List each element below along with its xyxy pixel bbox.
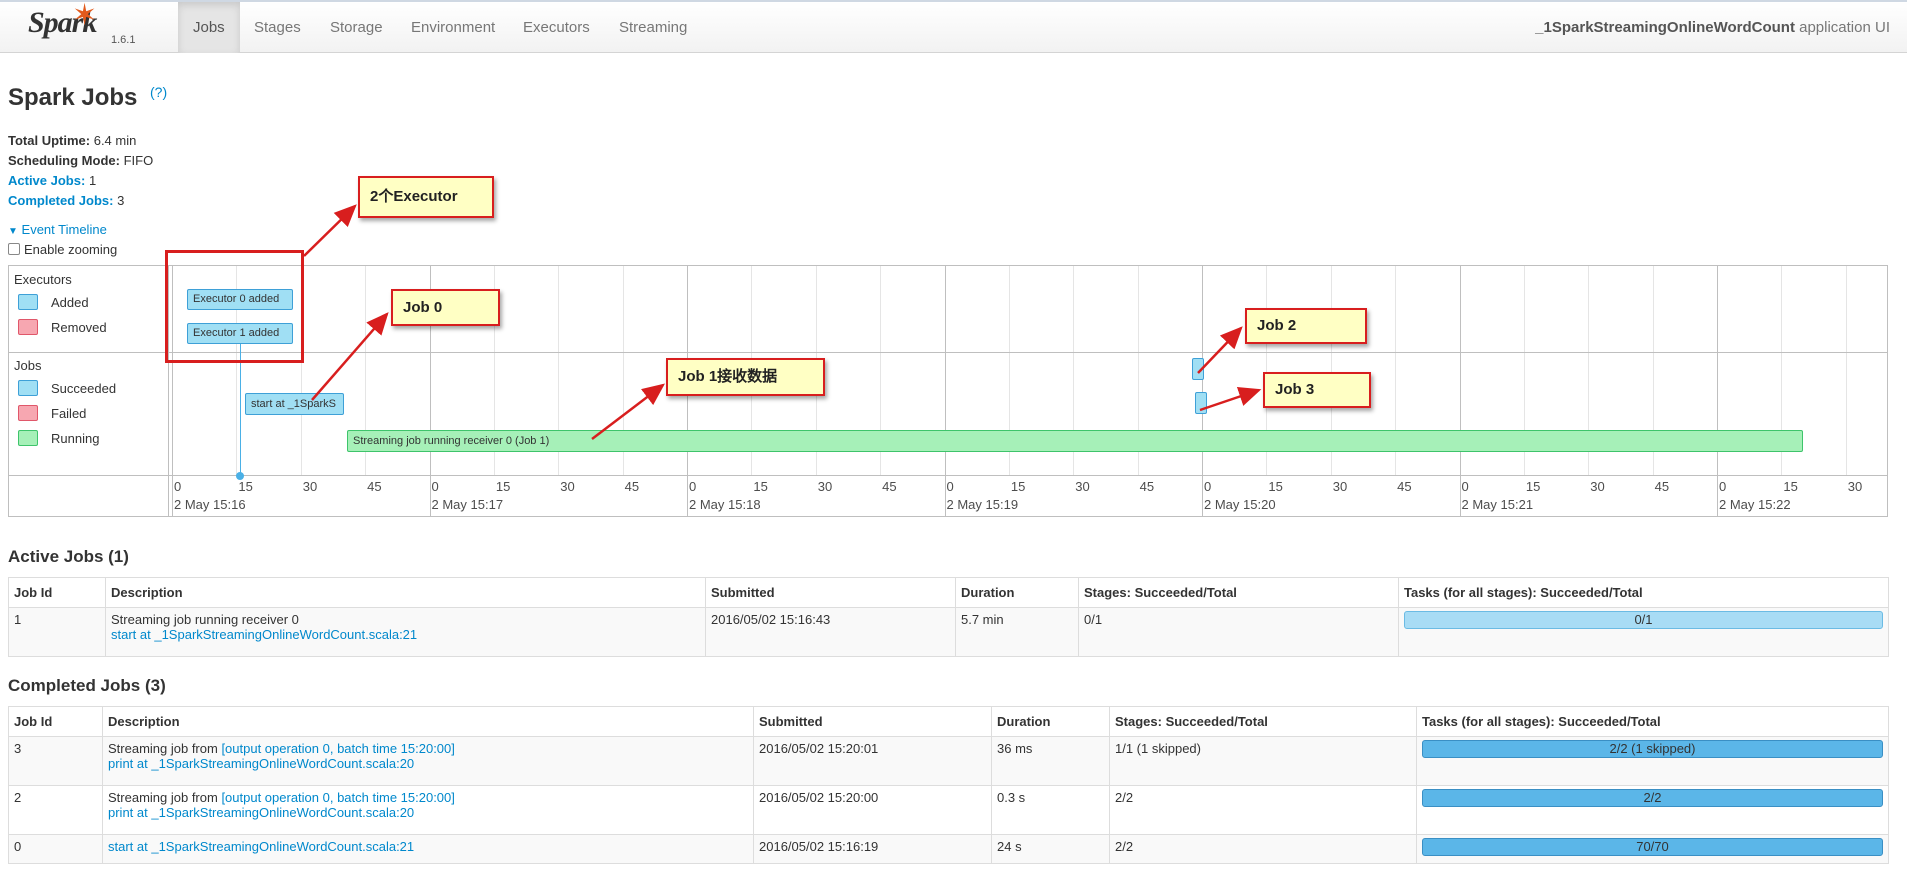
col-submitted[interactable]: Submitted xyxy=(753,706,992,737)
arrow-executors xyxy=(303,204,357,257)
col-job-id[interactable]: Job Id xyxy=(8,577,106,608)
stages-cell: 2/2 xyxy=(1109,834,1417,864)
col-duration[interactable]: Duration xyxy=(991,706,1110,737)
stages-cell: 0/1 xyxy=(1078,607,1399,657)
stages-cell: 1/1 (1 skipped) xyxy=(1109,736,1417,786)
table-row: 2 Streaming job from [output operation 0… xyxy=(8,785,1889,835)
table-row: 3 Streaming job from [output operation 0… xyxy=(8,736,1889,786)
job-id-cell: 1 xyxy=(8,607,106,657)
active-jobs-header-row: Job Id Description Submitted Duration St… xyxy=(8,577,1889,608)
arrow-job-1 xyxy=(591,383,665,440)
col-duration[interactable]: Duration xyxy=(955,577,1079,608)
completed-jobs-header-row: Job Id Description Submitted Duration St… xyxy=(8,706,1889,737)
duration-cell: 0.3 s xyxy=(991,785,1110,835)
submitted-cell: 2016/05/02 15:20:01 xyxy=(753,736,992,786)
duration-cell: 36 ms xyxy=(991,736,1110,786)
active-jobs-table: Job Id Description Submitted Duration St… xyxy=(8,577,1889,657)
job-id-cell: 0 xyxy=(8,834,103,864)
description-text: Streaming job running receiver 0 xyxy=(111,612,299,627)
col-stages[interactable]: Stages: Succeeded/Total xyxy=(1078,577,1399,608)
stages-cell: 2/2 xyxy=(1109,785,1417,835)
job-id-cell: 3 xyxy=(8,736,103,786)
tasks-cell: 70/70 xyxy=(1416,834,1889,864)
batch-link[interactable]: [output operation 0, batch time 15:20:00… xyxy=(221,790,454,805)
col-tasks[interactable]: Tasks (for all stages): Succeeded/Total xyxy=(1398,577,1889,608)
description-cell: Streaming job from [output operation 0, … xyxy=(102,785,754,835)
description-cell: start at _1SparkStreamingOnlineWordCount… xyxy=(102,834,754,864)
arrow-job-3 xyxy=(1199,386,1262,412)
completed-jobs-heading[interactable]: Completed Jobs (3) xyxy=(8,676,166,696)
job-link[interactable]: print at _1SparkStreamingOnlineWordCount… xyxy=(108,756,748,771)
col-stages[interactable]: Stages: Succeeded/Total xyxy=(1109,706,1417,737)
col-description[interactable]: Description xyxy=(102,706,754,737)
completed-jobs-table: Job Id Description Submitted Duration St… xyxy=(8,706,1889,864)
job-link[interactable]: print at _1SparkStreamingOnlineWordCount… xyxy=(108,805,748,820)
tasks-cell: 2/2 (1 skipped) xyxy=(1416,736,1889,786)
arrow-job-2 xyxy=(1197,326,1243,374)
tasks-cell: 2/2 xyxy=(1416,785,1889,835)
job-link[interactable]: start at _1SparkStreamingOnlineWordCount… xyxy=(108,839,748,854)
tasks-progress-bar: 70/70 xyxy=(1422,838,1883,856)
duration-cell: 5.7 min xyxy=(955,607,1079,657)
tasks-progress-bar: 2/2 xyxy=(1422,789,1883,807)
duration-cell: 24 s xyxy=(991,834,1110,864)
submitted-cell: 2016/05/02 15:16:19 xyxy=(753,834,992,864)
tasks-progress-bar: 0/1 xyxy=(1404,611,1883,629)
table-row: 0 start at _1SparkStreamingOnlineWordCou… xyxy=(8,834,1889,864)
active-jobs-heading[interactable]: Active Jobs (1) xyxy=(8,547,129,567)
col-tasks[interactable]: Tasks (for all stages): Succeeded/Total xyxy=(1416,706,1889,737)
batch-link[interactable]: [output operation 0, batch time 15:20:00… xyxy=(221,741,454,756)
description-prefix: Streaming job from xyxy=(108,790,222,805)
submitted-cell: 2016/05/02 15:20:00 xyxy=(753,785,992,835)
description-cell: Streaming job from [output operation 0, … xyxy=(102,736,754,786)
description-cell: Streaming job running receiver 0 start at… xyxy=(105,607,706,657)
col-job-id[interactable]: Job Id xyxy=(8,706,103,737)
submitted-cell: 2016/05/02 15:16:43 xyxy=(705,607,956,657)
arrow-job-0 xyxy=(311,312,389,401)
table-row: 1 Streaming job running receiver 0 start … xyxy=(8,607,1889,657)
job-id-cell: 2 xyxy=(8,785,103,835)
job-link[interactable]: start at _1SparkStreamingOnlineWordCount… xyxy=(111,627,700,642)
description-prefix: Streaming job from xyxy=(108,741,222,756)
tasks-progress-bar: 2/2 (1 skipped) xyxy=(1422,740,1883,758)
tasks-cell: 0/1 xyxy=(1398,607,1889,657)
col-description[interactable]: Description xyxy=(105,577,706,608)
col-submitted[interactable]: Submitted xyxy=(705,577,956,608)
